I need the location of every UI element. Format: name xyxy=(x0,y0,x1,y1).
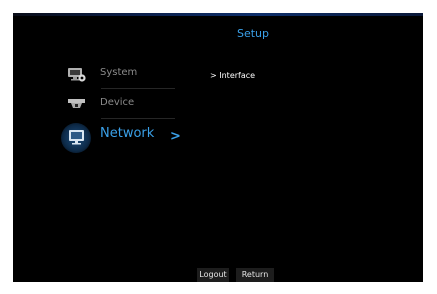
menu-item-system[interactable]: System xyxy=(57,61,175,89)
menu-item-network[interactable]: Network xyxy=(57,122,175,154)
logout-button[interactable]: Logout xyxy=(197,268,229,282)
menu-item-label: System xyxy=(100,67,138,78)
menu-item-label: Network xyxy=(100,126,155,141)
page-title: Setup xyxy=(236,27,270,40)
chevron-right-icon: > xyxy=(170,129,181,144)
network-monitor-icon xyxy=(67,129,87,147)
divider xyxy=(101,88,175,89)
camera-icon xyxy=(67,96,87,114)
monitor-gear-icon xyxy=(67,66,87,84)
top-accent-line xyxy=(13,13,423,16)
divider xyxy=(101,118,175,119)
menu-item-device[interactable]: Device xyxy=(57,91,175,119)
submenu-item-interface[interactable]: > Interface xyxy=(210,71,255,80)
return-button[interactable]: Return xyxy=(236,268,274,282)
setup-screen: Setup System Device Network > > Interfac… xyxy=(13,13,423,282)
menu-item-label: Device xyxy=(100,97,135,108)
